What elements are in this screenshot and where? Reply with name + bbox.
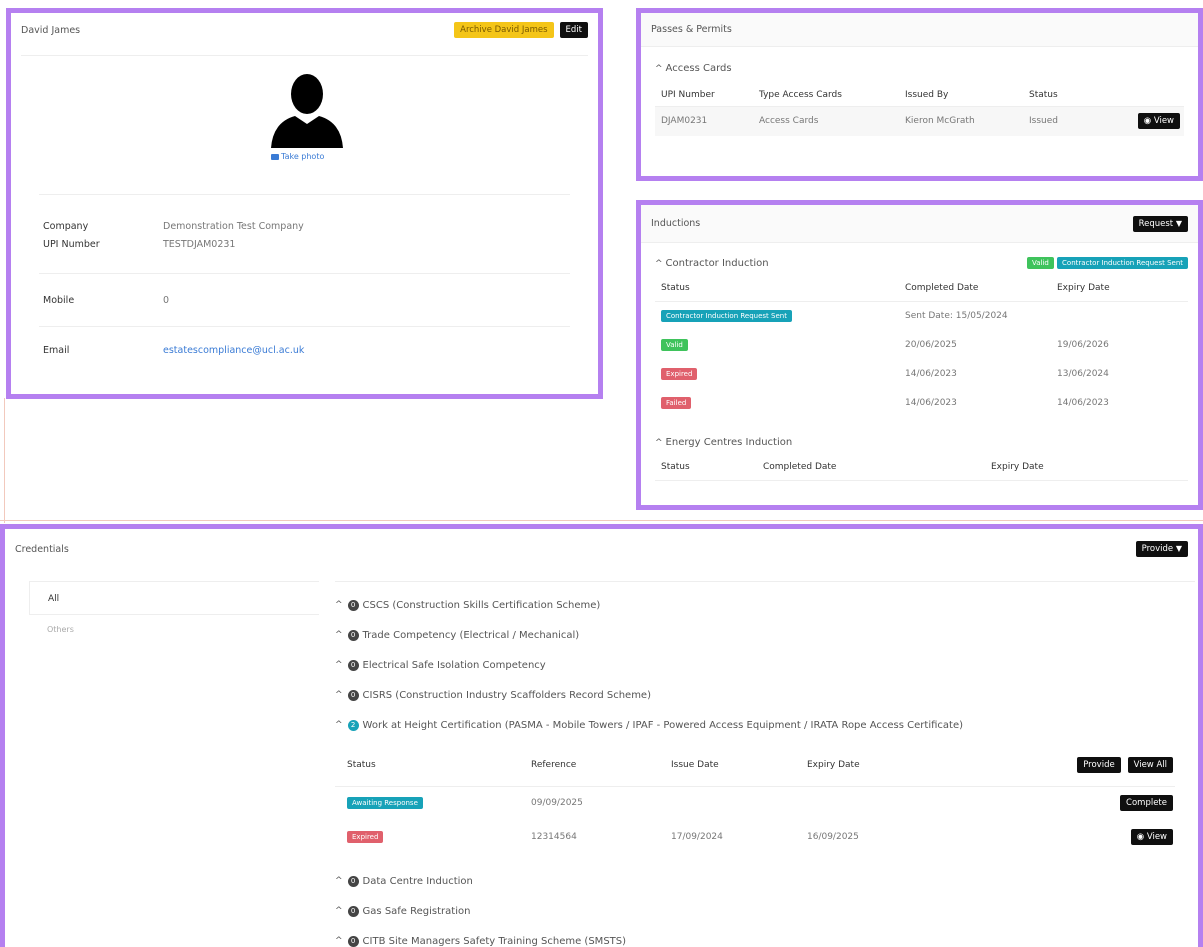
credentials-card: Credentials Provide ▼ All Others ^ 0 CSCS … xyxy=(0,524,1203,947)
avatar xyxy=(271,74,343,148)
credential-item[interactable]: ^ 0 Gas Safe Registration xyxy=(335,896,1195,926)
chevron-up-icon: ^ xyxy=(655,438,663,448)
mobile-row: Mobile 0 xyxy=(43,294,170,306)
email-row: Email estatescompliance@ucl.ac.uk xyxy=(43,344,305,356)
edit-button[interactable]: Edit xyxy=(559,22,588,38)
contractor-induction-table: Status Completed Date Expiry Date Contra… xyxy=(655,275,1188,417)
avatar-area: Take photo xyxy=(11,56,598,176)
table-row: Valid 20/06/2025 19/06/2026 xyxy=(655,330,1188,359)
chevron-up-icon: ^ xyxy=(335,906,343,916)
work-at-height-table: Status Reference Issue Date Expiry Date … xyxy=(335,744,1175,854)
provide-wah-button[interactable]: Provide xyxy=(1077,756,1121,773)
status-badge: Contractor Induction Request Sent xyxy=(1057,257,1188,269)
take-photo-link[interactable]: Take photo xyxy=(271,152,324,161)
view-all-button[interactable]: View All xyxy=(1127,756,1173,773)
chevron-up-icon: ^ xyxy=(335,660,343,670)
energy-induction-toggle[interactable]: ^ Energy Centres Induction xyxy=(655,437,1188,448)
profile-card: David James Archive David James Edit Tak… xyxy=(6,8,603,399)
credential-item[interactable]: ^ 0 CSCS (Construction Skills Certificatio… xyxy=(335,590,1195,620)
count-badge: 0 xyxy=(347,599,359,611)
provide-credential-button[interactable]: Provide ▼ xyxy=(1135,541,1188,557)
status-badge: Expired xyxy=(347,831,384,843)
count-badge: 0 xyxy=(347,935,359,947)
email-link[interactable]: estatescompliance@ucl.ac.uk xyxy=(163,345,304,356)
credential-item[interactable]: ^ 0 CISRS (Construction Industry Scaffolde… xyxy=(335,680,1195,710)
eye-icon: ◉ xyxy=(1136,832,1145,842)
passes-card: Passes & Permits ^ Access Cards UPI Numbe… xyxy=(636,8,1203,181)
chevron-down-icon: ▼ xyxy=(1175,544,1182,553)
status-badge: Valid xyxy=(661,338,688,351)
table-row: Contractor Induction Request Sent Sent D… xyxy=(655,301,1188,330)
table-row: Expired 14/06/2023 13/06/2024 xyxy=(655,359,1188,388)
credential-item[interactable]: ^ 0 Electrical Safe Isolation Competency xyxy=(335,650,1195,680)
status-badge: Valid xyxy=(1026,257,1054,269)
passes-title: Passes & Permits xyxy=(651,24,732,35)
table-row: Failed 14/06/2023 14/06/2023 xyxy=(655,388,1188,417)
access-cards-table: UPI Number Type Access Cards Issued By S… xyxy=(655,84,1184,136)
inductions-title: Inductions xyxy=(651,218,701,229)
profile-name: David James xyxy=(21,24,81,36)
complete-button[interactable]: Complete xyxy=(1120,795,1173,812)
camera-icon xyxy=(271,153,279,160)
access-cards-toggle[interactable]: ^ Access Cards xyxy=(655,63,1184,74)
table-row: Expired 12314564 17/09/2024 16/09/2025 ◉… xyxy=(335,820,1175,854)
chevron-up-icon: ^ xyxy=(655,258,663,269)
credential-tabs: All Others xyxy=(29,581,319,645)
status-badge: Contractor Induction Request Sent xyxy=(661,309,792,322)
energy-induction-table: Status Completed Date Expiry Date xyxy=(655,454,1188,481)
table-row: DJAM0231 Access Cards Kieron McGrath Iss… xyxy=(655,106,1184,136)
chevron-up-icon: ^ xyxy=(335,936,343,946)
count-badge: 0 xyxy=(347,689,359,701)
credential-item[interactable]: ^ 0 Trade Competency (Electrical / Mechani… xyxy=(335,620,1195,650)
inductions-card: Inductions Request ▼ ^ Contractor Inducti… xyxy=(636,200,1203,510)
count-badge: 0 xyxy=(347,659,359,671)
chevron-up-icon: ^ xyxy=(335,876,343,886)
eye-icon: ◉ xyxy=(1143,116,1152,127)
credential-item[interactable]: ^ 0 Data Centre Induction xyxy=(335,866,1195,896)
contractor-induction-toggle[interactable]: ^ Contractor Induction xyxy=(655,258,769,269)
company-row: Company Demonstration Test Company xyxy=(43,221,304,232)
request-button[interactable]: Request ▼ xyxy=(1132,215,1188,232)
credential-item[interactable]: ^ 0 CITB Site Managers Safety Training Sch… xyxy=(335,926,1195,947)
archive-button[interactable]: Archive David James xyxy=(454,22,554,38)
chevron-up-icon: ^ xyxy=(335,600,343,610)
view-access-card-button[interactable]: ◉ View xyxy=(1137,113,1180,130)
chevron-up-icon: ^ xyxy=(335,720,343,730)
tab-others[interactable]: Others xyxy=(29,615,319,645)
credential-list: ^ 0 CSCS (Construction Skills Certificatio… xyxy=(335,581,1195,947)
count-badge: 0 xyxy=(347,905,359,917)
chevron-down-icon: ▼ xyxy=(1175,218,1182,228)
chevron-up-icon: ^ xyxy=(335,630,343,640)
view-credential-button[interactable]: ◉ View xyxy=(1130,829,1173,845)
count-badge: 0 xyxy=(347,629,359,641)
status-badge: Expired xyxy=(661,367,698,380)
table-row: Awaiting Response 09/09/2025 Complete xyxy=(335,786,1175,820)
credential-item[interactable]: ^ 2 Work at Height Certification (PASMA - … xyxy=(335,710,1195,740)
status-badge: Failed xyxy=(661,396,692,409)
credentials-title: Credentials xyxy=(15,543,69,555)
count-badge: 2 xyxy=(347,719,359,731)
status-badge: Awaiting Response xyxy=(347,797,423,810)
count-badge: 0 xyxy=(347,875,359,887)
upi-row: UPI Number TESTDJAM0231 xyxy=(43,239,236,250)
chevron-up-icon: ^ xyxy=(655,64,663,74)
tab-all[interactable]: All xyxy=(29,581,319,615)
chevron-up-icon: ^ xyxy=(335,690,343,700)
